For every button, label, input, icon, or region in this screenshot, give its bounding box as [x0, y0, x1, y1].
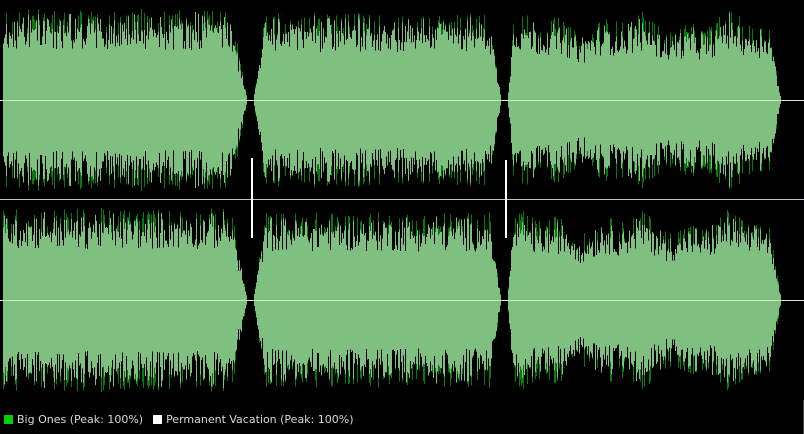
legend-swatch-big-ones: [4, 414, 13, 424]
legend-label-permanent-vacation: Permanent Vacation (Peak: 100%): [166, 412, 354, 426]
legend: Big Ones (Peak: 100%) Permanent Vacation…: [4, 410, 354, 428]
legend-item-permanent-vacation: Permanent Vacation (Peak: 100%): [153, 412, 354, 426]
waveform-canvas[interactable]: [0, 0, 804, 400]
legend-item-big-ones: Big Ones (Peak: 100%): [4, 413, 143, 426]
legend-label-big-ones: Big Ones (Peak: 100%): [17, 412, 144, 426]
legend-swatch-permanent-vacation: [153, 414, 163, 424]
waveform-app: Big Ones (Peak: 100%) Permanent Vacation…: [0, 0, 804, 434]
waveform-channel-2: [0, 208, 804, 392]
track-marker-2[interactable]: [505, 160, 507, 238]
track-marker-1[interactable]: [251, 158, 253, 238]
